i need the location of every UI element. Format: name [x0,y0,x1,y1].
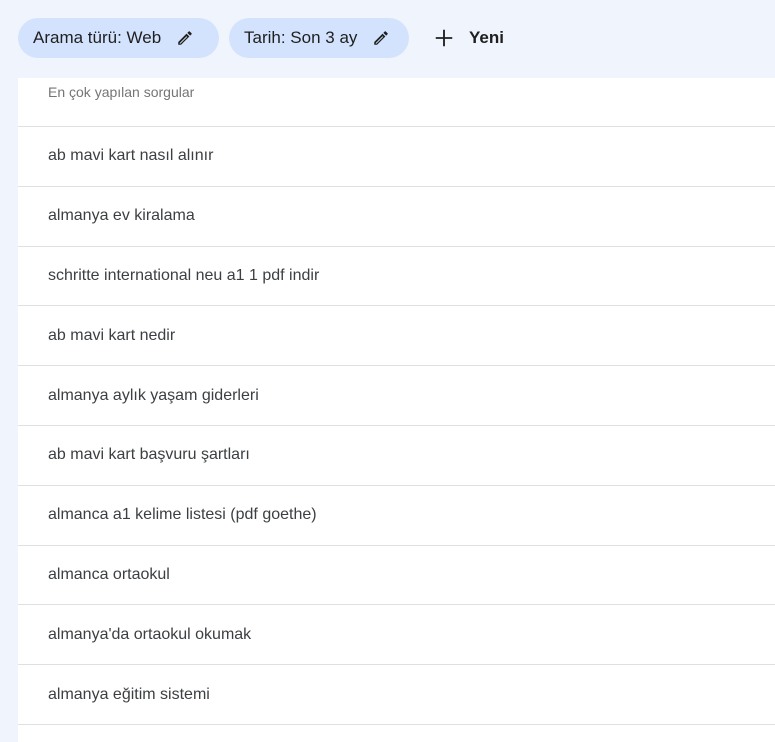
search-type-filter-label: Arama türü: Web [33,28,162,47]
query-text: almanca ortaokul [48,565,170,583]
table-row[interactable]: almanya aylık yaşam giderleri [18,366,775,426]
query-list: ab mavi kart nasıl alınır almanya ev kir… [18,127,775,725]
new-filter-label: Yeni [469,28,504,47]
query-text: ab mavi kart nedir [48,326,176,344]
table-row[interactable]: almanya eğitim sistemi [18,665,775,725]
query-text: ab mavi kart başvuru şartları [48,446,250,464]
table-row[interactable]: almanya ev kiralama [18,187,775,247]
query-text: schritte international neu a1 1 pdf indi… [48,266,320,284]
queries-panel: En çok yapılan sorgular ab mavi kart nas… [18,78,775,742]
query-text: almanya'da ortaokul okumak [48,625,252,643]
table-header: En çok yapılan sorgular [18,78,775,127]
plus-icon [433,27,455,49]
queries-column-header: En çok yapılan sorgular [48,84,195,100]
pencil-icon[interactable] [175,28,195,48]
table-row[interactable]: schritte international neu a1 1 pdf indi… [18,247,775,307]
table-row[interactable]: ab mavi kart başvuru şartları [18,426,775,486]
table-row[interactable]: almanca a1 kelime listesi (pdf goethe) [18,486,775,546]
query-text: almanya eğitim sistemi [48,685,210,703]
search-type-filter-chip[interactable]: Arama türü: Web [18,18,219,58]
table-row[interactable]: ab mavi kart nasıl alınır [18,127,775,187]
new-filter-button[interactable]: Yeni [425,18,512,58]
date-filter-label: Tarih: Son 3 ay [244,28,358,47]
query-text: almanya ev kiralama [48,207,195,225]
date-filter-chip[interactable]: Tarih: Son 3 ay [229,18,409,58]
query-text: almanya aylık yaşam giderleri [48,386,259,404]
table-row[interactable]: almanya'da ortaokul okumak [18,605,775,666]
pencil-icon[interactable] [371,28,391,48]
table-row[interactable]: ab mavi kart nedir [18,306,775,367]
query-text: ab mavi kart nasıl alınır [48,147,214,165]
filter-bar: Arama türü: Web Tarih: Son 3 ay Yeni [0,0,775,78]
table-row[interactable]: almanca ortaokul [18,546,775,606]
query-text: almanca a1 kelime listesi (pdf goethe) [48,506,317,524]
